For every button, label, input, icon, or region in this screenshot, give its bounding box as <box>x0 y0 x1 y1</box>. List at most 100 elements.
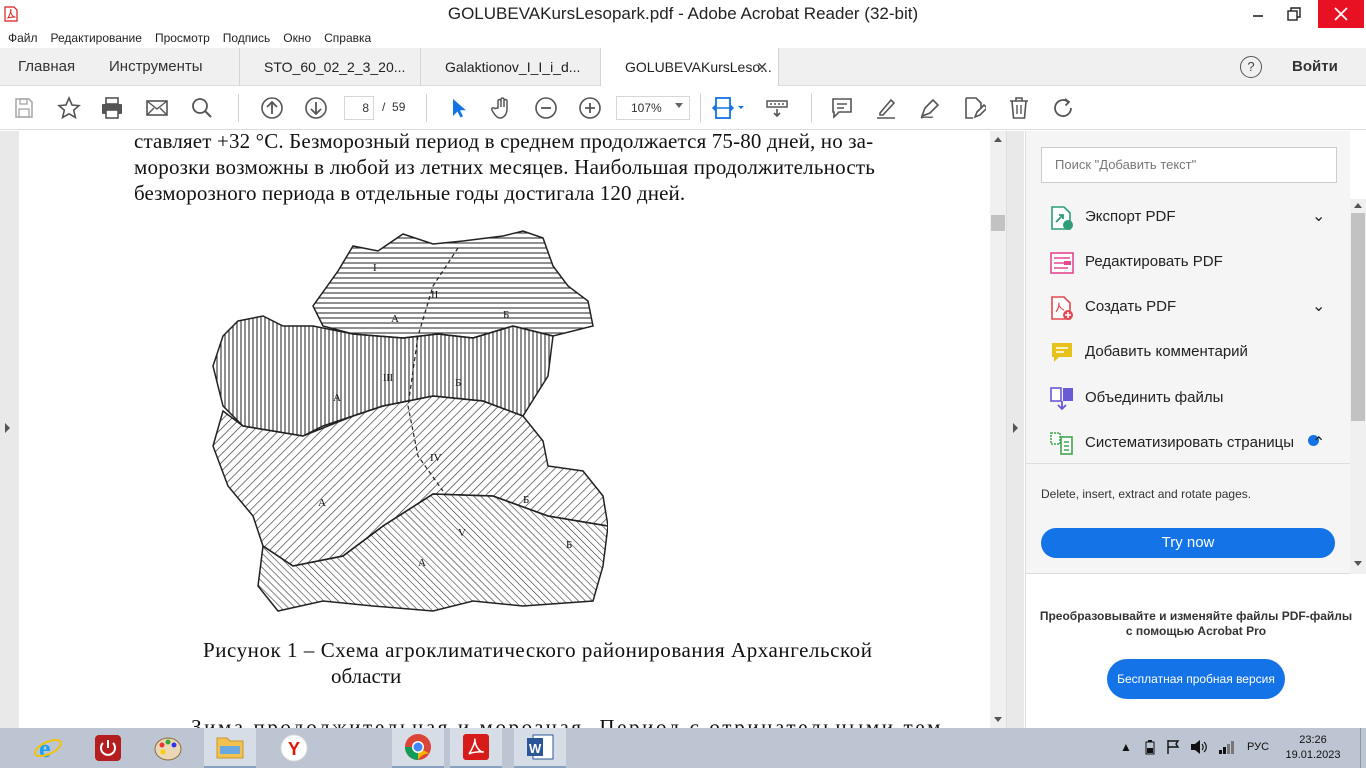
left-pane-strip <box>0 131 16 728</box>
save-button[interactable] <box>10 94 38 122</box>
collapse-right-pane-icon[interactable] <box>1013 423 1018 433</box>
figure-caption-line-2: области <box>331 664 402 688</box>
edit-button[interactable] <box>960 94 988 122</box>
close-window-button[interactable] <box>1318 0 1364 28</box>
taskbar-yandex[interactable]: Y <box>268 728 320 768</box>
email-button[interactable] <box>143 94 171 122</box>
tray-battery-icon[interactable] <box>1142 739 1158 779</box>
tab-close-icon[interactable]: ✕ <box>756 48 768 86</box>
tab-home[interactable]: Главная <box>18 48 75 86</box>
tool-label: Объединить файлы <box>1085 389 1224 406</box>
tray-language[interactable]: РУС <box>1247 741 1269 781</box>
taskbar-chrome[interactable] <box>392 728 444 768</box>
toolbar-separator <box>811 94 812 122</box>
tab-tools[interactable]: Инструменты <box>109 48 203 86</box>
document-scrollbar[interactable] <box>990 131 1006 728</box>
plus-circle-icon <box>579 97 601 119</box>
taskbar-acrobat[interactable] <box>450 728 502 768</box>
tool-export-pdf[interactable]: Экспорт PDF ⌄ <box>1026 195 1336 240</box>
page-number-input[interactable]: 8 <box>344 96 374 120</box>
tray-volume-icon[interactable] <box>1190 739 1208 779</box>
comment-button[interactable] <box>828 94 856 122</box>
window-title: GOLUBEVAKursLesopark.pdf - Adobe Acrobat… <box>447 4 919 23</box>
scroll-down-icon[interactable] <box>1354 561 1362 566</box>
taskbar-ie[interactable]: e <box>22 728 74 768</box>
try-now-button[interactable]: Try now <box>1041 528 1335 558</box>
draw-button[interactable] <box>916 94 944 122</box>
tab-bar: Главная Инструменты STO_60_02_2_3_20... … <box>0 48 1366 86</box>
taskbar-word[interactable]: W <box>514 728 566 768</box>
help-button[interactable]: ? <box>1240 56 1262 78</box>
tray-clock[interactable]: 23:26 19.01.2023 <box>1283 733 1343 773</box>
tool-create-pdf[interactable]: Создать PDF ⌄ <box>1026 285 1336 330</box>
delete-button[interactable] <box>1005 94 1033 122</box>
document-text-line-partial: Зима продолжительная и морозная. Период … <box>191 715 953 728</box>
tool-organize-pages[interactable]: Систематизировать страницы ⌃ <box>1026 421 1336 466</box>
battery-icon <box>1145 740 1155 755</box>
sign-in-button[interactable]: Войти <box>1292 58 1338 75</box>
tray-network-icon[interactable] <box>1218 739 1236 779</box>
previous-page-button[interactable] <box>258 94 286 122</box>
tools-pane-scrollbar[interactable] <box>1350 199 1366 574</box>
scroll-mode-button[interactable] <box>763 94 791 122</box>
taskbar-paint[interactable] <box>142 728 194 768</box>
tab-document-1[interactable]: STO_60_02_2_3_20... <box>239 48 420 86</box>
menu-file[interactable]: Файл <box>8 28 38 48</box>
pdf-page: ставляет +32 °С. Безморозный период в ср… <box>19 131 990 728</box>
menu-edit[interactable]: Редактирование <box>51 28 142 48</box>
menu-help[interactable]: Справка <box>324 28 371 48</box>
zoom-out-button[interactable] <box>532 94 560 122</box>
tool-add-comment[interactable]: Добавить комментарий <box>1026 330 1336 375</box>
chevron-down-icon[interactable]: ⌄ <box>1312 206 1325 226</box>
map-label-zone-ii: II <box>431 289 439 301</box>
tool-edit-pdf[interactable]: Редактировать PDF <box>1026 240 1336 285</box>
yandex-browser-icon: Y <box>280 734 308 762</box>
organize-pages-icon <box>1050 432 1073 455</box>
create-pdf-icon <box>1051 296 1073 320</box>
map-label-a: А <box>391 313 399 325</box>
show-desktop-button[interactable] <box>1360 728 1366 768</box>
zoom-dropdown[interactable]: 107% <box>616 96 690 120</box>
map-label-a: А <box>418 557 426 569</box>
map-label-a: А <box>333 392 341 404</box>
bookmark-button[interactable] <box>55 94 83 122</box>
tab-document-3-active[interactable]: GOLUBEVAKursLeso... ✕ <box>600 48 779 86</box>
menu-sign[interactable]: Подпись <box>223 28 271 48</box>
hand-tool-button[interactable] <box>488 94 516 122</box>
chevron-up-icon[interactable]: ⌃ <box>1312 433 1325 453</box>
star-icon <box>57 96 81 120</box>
tray-flag-icon[interactable] <box>1165 739 1181 779</box>
taskbar-explorer[interactable] <box>204 728 256 768</box>
scrollbar-thumb[interactable] <box>1351 213 1365 421</box>
tab-document-2[interactable]: Galaktionov_I_I_i_d... <box>420 48 601 86</box>
restore-icon <box>1287 7 1301 21</box>
find-button[interactable] <box>188 94 216 122</box>
menu-window[interactable]: Окно <box>283 28 311 48</box>
action-center-flag-icon <box>1167 740 1180 754</box>
taskbar-power[interactable] <box>82 728 134 768</box>
scroll-down-icon[interactable] <box>994 717 1002 722</box>
scroll-up-icon[interactable] <box>1354 203 1362 208</box>
menu-view[interactable]: Просмотр <box>155 28 210 48</box>
next-page-button[interactable] <box>302 94 330 122</box>
free-trial-button[interactable]: Бесплатная пробная версия <box>1107 659 1285 699</box>
scrollbar-thumb[interactable] <box>991 215 1005 231</box>
maximize-button[interactable] <box>1272 0 1316 28</box>
figure-caption-line-1: Рисунок 1 – Схема агроклиматического рай… <box>203 638 873 662</box>
scroll-up-icon[interactable] <box>994 137 1002 142</box>
rotate-button[interactable] <box>1049 94 1077 122</box>
document-view[interactable]: ставляет +32 °С. Безморозный период в ср… <box>16 131 990 728</box>
tool-combine-files[interactable]: Объединить файлы <box>1026 376 1336 421</box>
printer-icon <box>102 97 122 119</box>
tray-show-hidden-icon[interactable]: ▲ <box>1120 740 1132 780</box>
search-icon <box>192 98 212 118</box>
tools-search-input[interactable]: Поиск "Добавить текст" <box>1041 147 1337 183</box>
highlight-button[interactable] <box>872 94 900 122</box>
zoom-in-button[interactable] <box>576 94 604 122</box>
select-tool-button[interactable] <box>444 94 472 122</box>
chevron-down-icon[interactable]: ⌄ <box>1312 296 1325 316</box>
print-button[interactable] <box>98 94 126 122</box>
fit-page-button[interactable] <box>708 94 748 122</box>
map-label-zone-v: V <box>458 527 466 539</box>
expand-left-pane-icon[interactable] <box>5 423 10 433</box>
